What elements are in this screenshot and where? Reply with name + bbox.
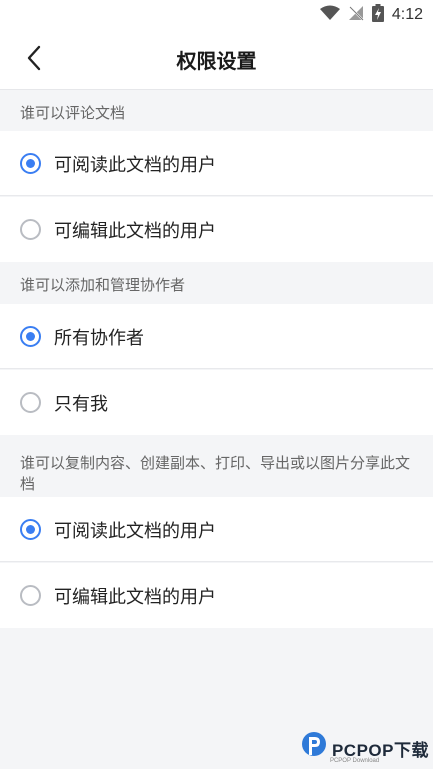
option-comment-editors[interactable]: 可编辑此文档的用户	[0, 197, 433, 262]
wifi-icon	[319, 5, 340, 25]
option-label: 可编辑此文档的用户	[54, 220, 216, 242]
option-label: 可阅读此文档的用户	[54, 520, 216, 542]
status-time: 4:12	[391, 6, 423, 23]
option-copy-readers[interactable]: 可阅读此文档的用户	[0, 497, 433, 562]
back-button[interactable]	[14, 42, 54, 78]
radio-unchecked-icon[interactable]	[20, 219, 41, 240]
section-header-copy: 谁可以复制内容、创建副本、打印、导出或以图片分享此文档	[20, 454, 411, 493]
status-bar: 4:12	[0, 0, 433, 30]
watermark-subtext: PCPOP Download	[329, 758, 380, 764]
option-label: 可编辑此文档的用户	[54, 586, 216, 608]
battery-icon	[371, 4, 384, 26]
radio-unchecked-icon[interactable]	[20, 392, 41, 413]
option-label: 可阅读此文档的用户	[54, 154, 216, 176]
section-header-collaborators: 谁可以添加和管理协作者	[20, 276, 186, 294]
radio-checked-icon[interactable]	[20, 326, 41, 347]
page-title: 权限设置	[176, 49, 257, 73]
radio-checked-icon[interactable]	[20, 153, 41, 174]
chevron-left-icon	[26, 45, 42, 75]
nav-bar: 权限设置	[0, 30, 433, 90]
option-collab-only-me[interactable]: 只有我	[0, 370, 433, 435]
option-copy-editors[interactable]: 可编辑此文档的用户	[0, 563, 433, 628]
signal-off-icon	[348, 5, 364, 25]
watermark-text: PCPOP下载	[331, 740, 429, 760]
watermark-logo: PCPOP下载 PCPOP Download	[300, 731, 429, 765]
section-header-comment: 谁可以评论文档	[20, 104, 126, 122]
option-collab-all[interactable]: 所有协作者	[0, 304, 433, 369]
option-label: 所有协作者	[54, 327, 144, 349]
option-comment-readers[interactable]: 可阅读此文档的用户	[0, 131, 433, 196]
radio-unchecked-icon[interactable]	[20, 585, 41, 606]
radio-checked-icon[interactable]	[20, 519, 41, 540]
option-label: 只有我	[54, 393, 108, 415]
pcpop-logo-icon	[300, 731, 328, 765]
